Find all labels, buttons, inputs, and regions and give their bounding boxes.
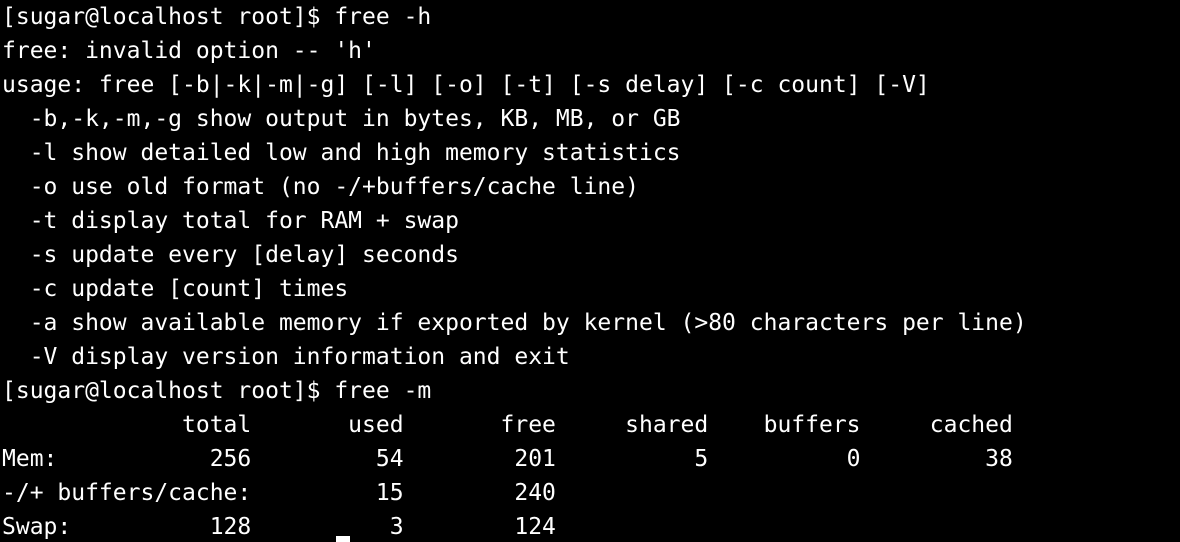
text-cursor: [336, 536, 350, 542]
terminal-window[interactable]: [sugar@localhost root]$ free -h free: in…: [0, 0, 1180, 542]
error-line: free: invalid option -- 'h': [2, 38, 376, 64]
help-option-line: -t display total for RAM + swap: [2, 208, 459, 234]
help-option-line: -a show available memory if exported by …: [2, 310, 1027, 336]
help-option-line: -s update every [delay] seconds: [2, 242, 459, 268]
help-option-line: -b,-k,-m,-g show output in bytes, KB, MB…: [2, 106, 681, 132]
memory-table-row-swap: Swap: 128 3 124: [2, 514, 556, 540]
prompt-line: [sugar@localhost root]$ free -m: [2, 378, 432, 404]
help-option-line: -c update [count] times: [2, 276, 349, 302]
help-option-line: -V display version information and exit: [2, 344, 570, 370]
memory-table-row-mem: Mem: 256 54 201 5 0 38: [2, 446, 1013, 472]
help-option-line: -o use old format (no -/+buffers/cache l…: [2, 174, 639, 200]
memory-table-row-buffers-cache: -/+ buffers/cache: 15 240: [2, 480, 556, 506]
prompt-line: [sugar@localhost root]$ free -h: [2, 4, 432, 30]
help-option-line: -l show detailed low and high memory sta…: [2, 140, 681, 166]
usage-line: usage: free [-b|-k|-m|-g] [-l] [-o] [-t]…: [2, 72, 930, 98]
memory-table-header: total used free shared buffers cached: [2, 412, 1013, 438]
